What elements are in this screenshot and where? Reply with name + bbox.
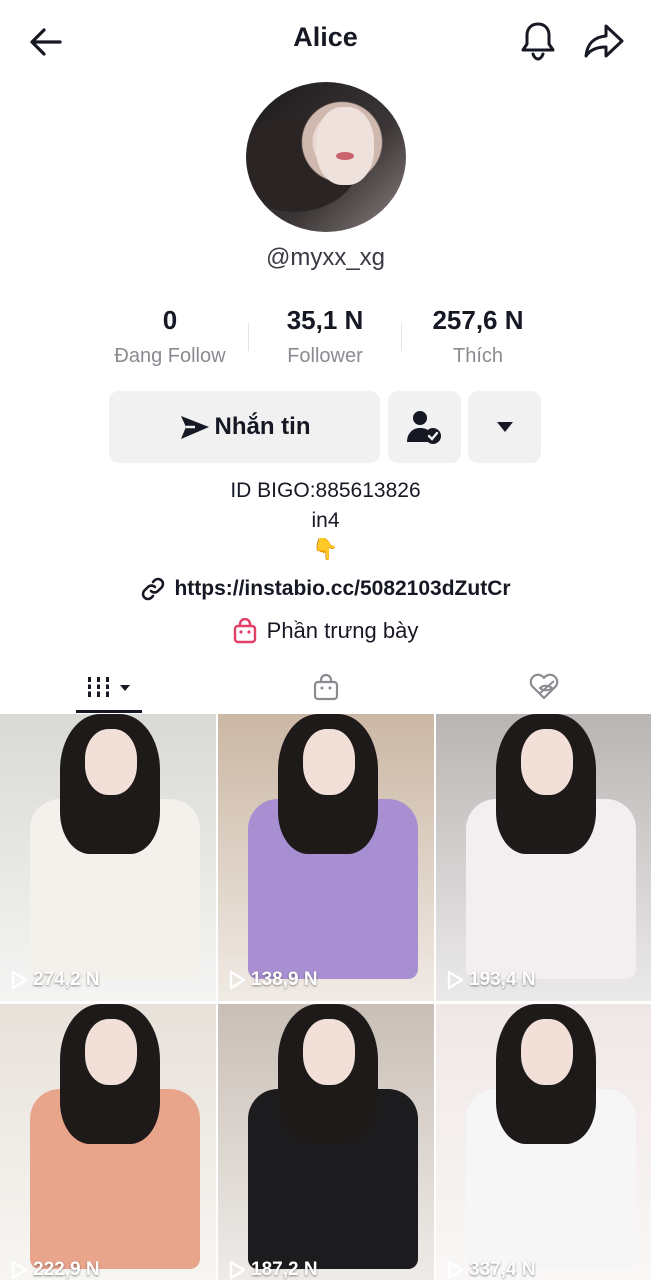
- tab-liked-private[interactable]: [512, 660, 576, 714]
- stat-divider: [401, 323, 402, 351]
- view-count: 193,4 N: [446, 969, 536, 991]
- showcase-link[interactable]: Phần trưng bày: [0, 618, 651, 644]
- message-button-label: Nhắn tin: [214, 413, 311, 440]
- view-count-text: 187,2 N: [251, 1259, 318, 1280]
- view-count-text: 337,4 N: [469, 1259, 536, 1280]
- video-thumbnail[interactable]: 187,2 N: [218, 1004, 434, 1280]
- view-count-text: 138,9 N: [251, 969, 318, 990]
- bio-line: ID BIGO:885613826: [230, 479, 421, 502]
- play-icon: [447, 1260, 464, 1280]
- video-thumbnail[interactable]: 337,4 N: [436, 1004, 651, 1280]
- video-thumbnail[interactable]: 138,9 N: [218, 714, 434, 1001]
- message-button[interactable]: Nhắn tin: [109, 391, 380, 463]
- profile-stats: 0 Đang Follow 35,1 N Follower 257,6 N Th…: [95, 305, 555, 375]
- play-icon: [447, 970, 464, 990]
- user-check-icon: [406, 411, 441, 444]
- view-count: 187,2 N: [228, 1259, 318, 1280]
- play-icon: [229, 1260, 246, 1280]
- bio-link[interactable]: https://instabio.cc/5082103dZutCr: [0, 576, 651, 602]
- play-icon: [229, 970, 246, 990]
- avatar-face: [316, 107, 374, 185]
- view-count: 274,2 N: [10, 969, 100, 991]
- stat-likes-label: Thích: [452, 345, 504, 367]
- tab-videos[interactable]: [76, 660, 142, 714]
- thumbnail-image: [521, 1019, 573, 1085]
- bio-line: in4: [311, 509, 340, 532]
- video-thumbnail[interactable]: 193,4 N: [436, 714, 651, 1001]
- view-count: 138,9 N: [228, 969, 318, 991]
- stat-following-label: Đang Follow: [114, 345, 226, 367]
- stat-followers-value: 35,1 N: [286, 305, 364, 335]
- tab-shop[interactable]: [294, 660, 358, 714]
- stat-following-value: 0: [162, 305, 178, 335]
- share-icon[interactable]: [582, 20, 626, 62]
- hidden-heart-icon: [529, 673, 559, 700]
- thumbnail-image: [85, 1019, 137, 1085]
- video-thumbnail[interactable]: 274,2 N: [0, 714, 216, 1001]
- thumbnail-image: [521, 729, 573, 795]
- view-count-text: 222,9 N: [33, 1259, 100, 1280]
- video-grid-icon: [86, 677, 130, 697]
- link-icon: [142, 577, 165, 601]
- video-thumbnail[interactable]: 222,9 N: [0, 1004, 216, 1280]
- shopping-bag-icon: [233, 618, 256, 644]
- stat-likes-value: 257,6 N: [432, 305, 524, 335]
- caret-down-icon: [496, 422, 513, 432]
- more-options-button[interactable]: [468, 391, 541, 463]
- stat-followers[interactable]: 35,1 N Follower: [250, 305, 400, 368]
- thumbnail-image: [85, 729, 137, 795]
- stat-likes[interactable]: 257,6 N Thích: [403, 305, 553, 368]
- bell-icon[interactable]: [518, 20, 558, 62]
- play-icon: [11, 1260, 28, 1280]
- top-bar: Alice: [0, 0, 651, 80]
- bio-link-text: https://instabio.cc/5082103dZutCr: [174, 577, 511, 600]
- bio-emoji: 👇: [312, 538, 339, 561]
- thumbnail-image: [303, 729, 355, 795]
- send-icon: [180, 416, 209, 439]
- view-count: 222,9 N: [10, 1259, 100, 1280]
- play-icon: [11, 970, 28, 990]
- username-handle: @myxx_xg: [265, 244, 386, 271]
- view-count-text: 274,2 N: [33, 969, 100, 990]
- view-count: 337,4 N: [446, 1259, 536, 1280]
- shopping-bag-icon: [313, 673, 339, 701]
- avatar-detail: [336, 152, 354, 160]
- content-tabs: [0, 660, 651, 714]
- active-tab-indicator: [76, 710, 142, 713]
- view-count-text: 193,4 N: [469, 969, 536, 990]
- stat-divider: [248, 323, 249, 351]
- following-status-button[interactable]: [388, 391, 461, 463]
- stat-following[interactable]: 0 Đang Follow: [95, 305, 245, 368]
- thumbnail-image: [303, 1019, 355, 1085]
- showcase-label: Phần trưng bày: [266, 618, 419, 643]
- avatar[interactable]: [246, 82, 406, 232]
- stat-followers-label: Follower: [287, 345, 363, 367]
